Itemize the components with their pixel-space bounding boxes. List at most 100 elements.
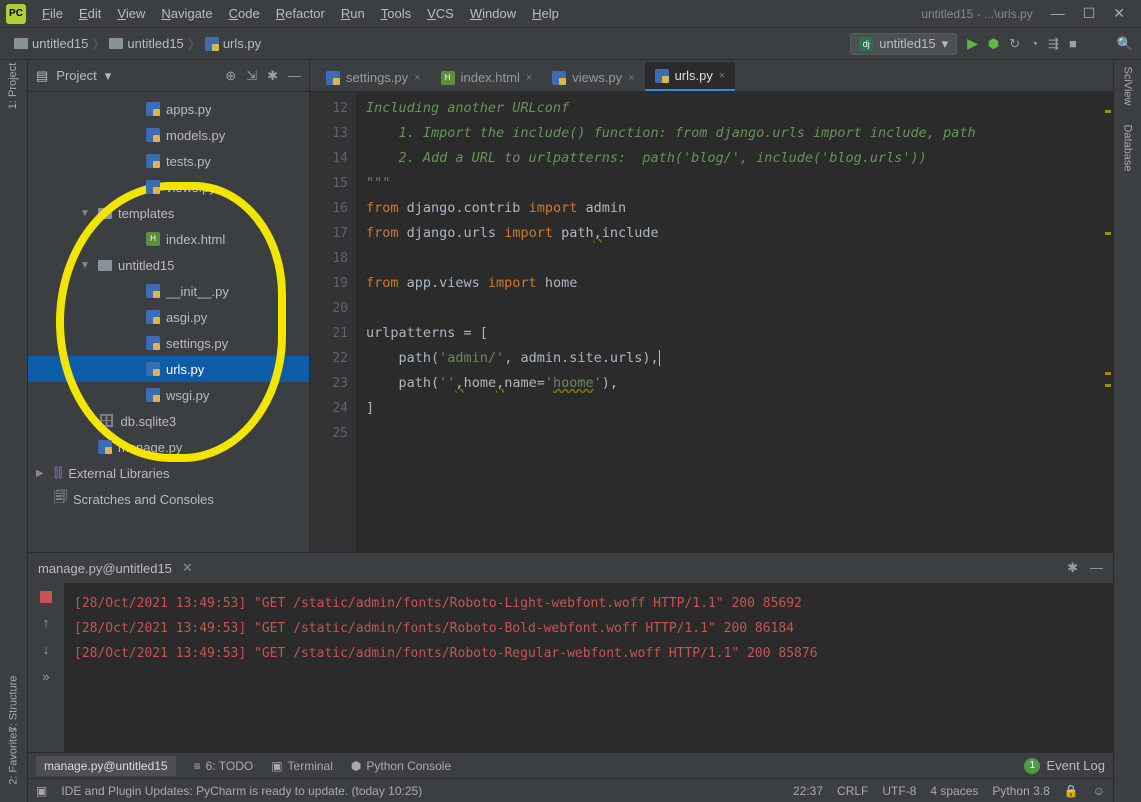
search-icon[interactable]: 🔍 [1117, 36, 1133, 52]
event-log-tab[interactable]: Event Log [1046, 758, 1105, 773]
file-encoding[interactable]: UTF-8 [882, 784, 916, 798]
line-separator[interactable]: CRLF [837, 784, 868, 798]
tree-item[interactable]: Hindex.html [28, 226, 309, 252]
down-icon[interactable]: ↓ [43, 642, 50, 657]
project-tool-tab[interactable]: 1: Project [8, 63, 20, 109]
tree-item[interactable]: settings.py [28, 330, 309, 356]
up-icon[interactable]: ↑ [43, 615, 50, 630]
run-output[interactable]: [28/Oct/2021 13:49:53] "GET /static/admi… [64, 583, 1113, 752]
tree-item[interactable]: 🗄db.sqlite3 [28, 408, 309, 434]
tree-item[interactable]: models.py [28, 122, 309, 148]
sciview-tool-tab[interactable]: SciView [1122, 67, 1134, 106]
menu-window[interactable]: Window [462, 6, 524, 21]
right-tool-strip: SciView Database [1113, 60, 1141, 802]
menu-navigate[interactable]: Navigate [153, 6, 220, 21]
interpreter[interactable]: Python 3.8 [992, 784, 1049, 798]
tree-item-label: settings.py [166, 336, 228, 351]
close-icon[interactable]: ✕ [182, 560, 193, 576]
editor-tab[interactable]: views.py× [542, 64, 644, 91]
project-tree[interactable]: apps.py models.py tests.py views.py▼templat… [28, 92, 309, 552]
tree-item[interactable]: asgi.py [28, 304, 309, 330]
editor-tab[interactable]: settings.py× [316, 64, 431, 91]
run-config-selector[interactable]: dj untitled15 ▾ [850, 33, 957, 55]
menu-edit[interactable]: Edit [71, 6, 109, 21]
panel-icon: ▤ [36, 68, 48, 84]
favorites-tool-tab[interactable]: 2: Favorites [8, 727, 20, 784]
settings-icon[interactable]: ✱ [267, 68, 278, 84]
tree-item-label: models.py [166, 128, 225, 143]
breadcrumb[interactable]: untitled15 〉 untitled15 〉 urls.py [8, 32, 267, 55]
tree-item[interactable]: ▼templates [28, 200, 309, 226]
tree-item-label: wsgi.py [166, 388, 209, 403]
run-tool-tab[interactable]: manage.py@untitled15 [36, 756, 176, 776]
tree-item[interactable]: apps.py [28, 96, 309, 122]
html-file-icon: H [146, 232, 160, 246]
run-tab-title[interactable]: manage.py@untitled15 [38, 561, 172, 576]
menu-help[interactable]: Help [524, 6, 567, 21]
collapse-icon[interactable]: — [288, 68, 301, 84]
close-icon[interactable]: × [526, 72, 532, 84]
tree-item[interactable]: ▼untitled15 [28, 252, 309, 278]
close-icon[interactable]: × [719, 70, 725, 82]
caret-position[interactable]: 22:37 [793, 784, 823, 798]
debug-icon[interactable]: ⬢ [988, 36, 999, 52]
event-badge: 1 [1024, 758, 1040, 774]
python-file-icon [146, 336, 160, 350]
chevron-down-icon[interactable]: ▾ [105, 68, 112, 84]
concurrency-icon[interactable]: ⇶ [1048, 36, 1059, 52]
tree-item[interactable]: tests.py [28, 148, 309, 174]
tree-item-label: tests.py [166, 154, 211, 169]
stop-icon[interactable]: ■ [1069, 36, 1077, 51]
editor: settings.py×Hindex.html×views.py×urls.py… [310, 60, 1113, 552]
expand-icon[interactable]: ⇲ [246, 68, 257, 84]
folder-icon [109, 38, 123, 49]
tree-item[interactable]: __init__.py [28, 278, 309, 304]
close-icon[interactable]: × [628, 72, 634, 84]
tree-item[interactable]: wsgi.py [28, 382, 309, 408]
menu-file[interactable]: File [34, 6, 71, 21]
tree-item[interactable]: urls.py [28, 356, 309, 382]
maximize-icon[interactable]: ☐ [1083, 5, 1096, 22]
more-icon[interactable]: » [42, 669, 49, 684]
tree-item[interactable]: manage.py [28, 434, 309, 460]
close-icon[interactable]: × [414, 72, 420, 84]
python-console-tool-tab[interactable]: ⬢Python Console [351, 759, 451, 773]
lock-icon[interactable]: 🔒 [1064, 784, 1079, 798]
run-icon[interactable]: ▶ [967, 35, 978, 52]
python-file-icon [205, 37, 219, 51]
structure-tool-tab[interactable]: 7: Structure [8, 676, 20, 733]
indent-setting[interactable]: 4 spaces [930, 784, 978, 798]
gear-icon[interactable]: ✱ [1067, 560, 1078, 576]
coverage-icon[interactable]: ↻ [1009, 36, 1020, 52]
line-number-gutter[interactable]: 1213141516171819202122232425 [310, 92, 356, 552]
status-bar: ▣ IDE and Plugin Updates: PyCharm is rea… [28, 778, 1113, 802]
editor-tab[interactable]: urls.py× [645, 62, 736, 91]
minimize-icon[interactable]: — [1051, 5, 1065, 22]
tree-item-label: templates [118, 206, 174, 221]
menu-run[interactable]: Run [333, 6, 373, 21]
menu-vcs[interactable]: VCS [419, 6, 462, 21]
editor-marks[interactable] [1099, 92, 1113, 552]
locate-icon[interactable]: ⊕ [225, 68, 236, 84]
close-icon[interactable]: ✕ [1113, 5, 1125, 22]
menu-code[interactable]: Code [221, 6, 268, 21]
breadcrumb-item: untitled15 [127, 36, 183, 51]
menu-refactor[interactable]: Refactor [268, 6, 333, 21]
left-tool-strip: 1: Project 7: Structure 2: Favorites [0, 60, 28, 802]
tree-item[interactable]: 🗐Scratches and Consoles [28, 486, 309, 512]
stop-icon[interactable] [40, 591, 52, 603]
inspector-icon[interactable]: ☺ [1093, 784, 1105, 798]
tree-item[interactable]: views.py [28, 174, 309, 200]
code-area[interactable]: Including another URLconf 1. Import the … [356, 92, 1099, 552]
tool-window-toggle-icon[interactable]: ▣ [36, 784, 47, 798]
hide-icon[interactable]: — [1090, 560, 1103, 576]
tree-item[interactable]: ▶⫿⫿External Libraries [28, 460, 309, 486]
todo-tool-tab[interactable]: ≡6: TODO [194, 759, 254, 773]
window-title: untitled15 - ...\urls.py [921, 7, 1040, 21]
menu-view[interactable]: View [109, 6, 153, 21]
menu-tools[interactable]: Tools [373, 6, 419, 21]
terminal-tool-tab[interactable]: ▣Terminal [271, 759, 333, 773]
editor-tab[interactable]: Hindex.html× [431, 64, 543, 91]
database-tool-tab[interactable]: Database [1122, 124, 1134, 171]
profile-icon[interactable]: ◔ [1030, 36, 1038, 51]
